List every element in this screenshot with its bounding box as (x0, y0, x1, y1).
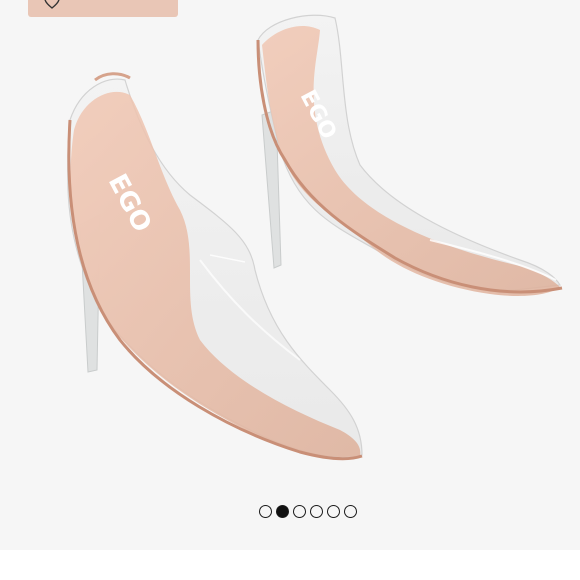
carousel-dot[interactable] (309, 505, 323, 518)
carousel-dot[interactable] (292, 505, 306, 518)
carousel-indicator (35, 505, 580, 525)
product-image[interactable]: EGO EGO (0, 0, 580, 550)
like-button[interactable] (28, 0, 178, 17)
product-image-gallery[interactable]: EGO EGO (0, 0, 580, 550)
carousel-dot[interactable] (275, 505, 289, 518)
carousel-dot[interactable] (343, 505, 357, 518)
right-shoe: EGO (256, 14, 563, 296)
bottom-spacer (0, 550, 580, 580)
carousel-dot[interactable] (258, 505, 272, 518)
carousel-dot[interactable] (326, 505, 340, 518)
heart-icon (44, 0, 60, 9)
